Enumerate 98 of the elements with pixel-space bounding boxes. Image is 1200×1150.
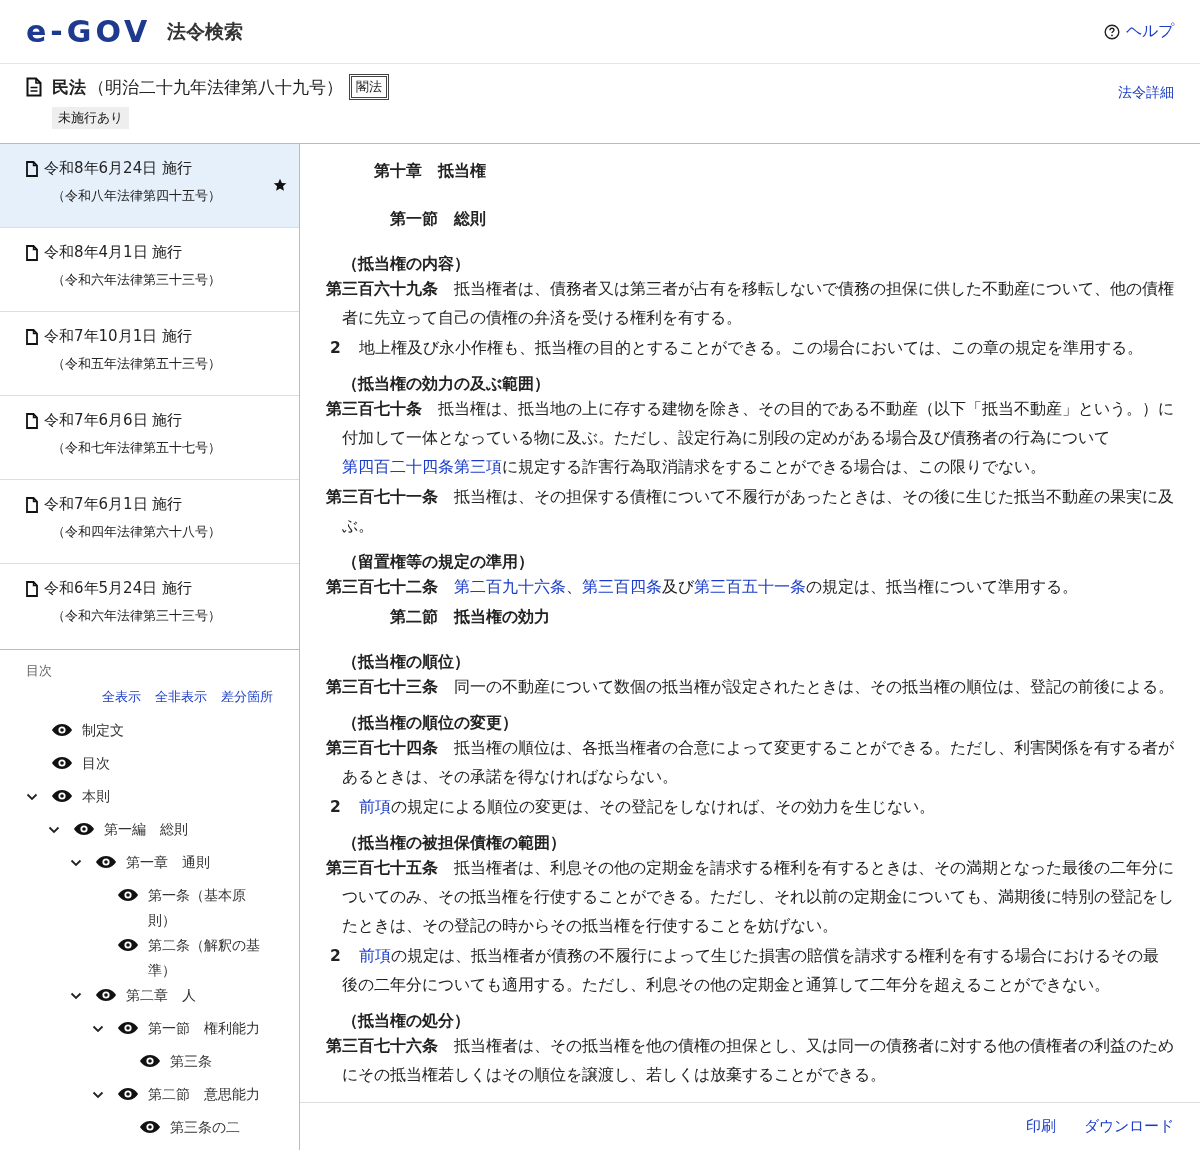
help-link[interactable]: ヘルプ [1104, 21, 1174, 42]
toc-item[interactable]: 第三条の二 [170, 1115, 240, 1140]
toc-item[interactable]: 第三条 [170, 1049, 212, 1074]
reference-link[interactable]: 前項 [358, 947, 391, 965]
eye-icon[interactable] [52, 757, 72, 769]
status-tag: 未施行あり [52, 107, 129, 129]
toc-item[interactable]: 第一編 総則 [104, 817, 188, 842]
reference-link[interactable]: 第四百二十四条第三項 [342, 458, 502, 476]
chevron-icon[interactable] [70, 991, 82, 1000]
version-item[interactable]: 令和8年4月1日 施行 （令和六年法律第三十三号） [0, 228, 299, 312]
footer-link[interactable]: 印刷 [1026, 1117, 1056, 1136]
law-type-badge: 閣法 [349, 74, 389, 100]
chapter-heading: 第十章 抵当権 [373, 161, 487, 182]
reference-link[interactable]: 前項 [358, 798, 391, 816]
document-icon [26, 580, 38, 597]
toc-item[interactable]: 第一節 権利能力 [148, 1016, 260, 1041]
version-law-number: （令和六年法律第三十三号） [52, 607, 222, 625]
eye-icon[interactable] [118, 1088, 138, 1100]
paragraph-text: 2 前項の規定は、抵当権者が債務の不履行によって生じた損害の賠償を請求する権利を有する場合におけるその最後の二年分についても適用する。ただし、利息その他の定期金と通算して二年分を超えることができない。 [329, 946, 1160, 996]
document-icon [26, 244, 38, 261]
version-item[interactable]: 令和7年6月6日 施行 （令和七年法律第五十七号） [0, 396, 299, 480]
article-caption: （留置権等の規定の準用） [341, 552, 535, 573]
version-item[interactable]: 令和8年6月24日 施行 （令和八年法律第四十五号） [0, 144, 299, 228]
version-law-number: （令和七年法律第五十七号） [52, 439, 222, 457]
toc-item[interactable]: 第一条（基本原則） [148, 883, 268, 933]
section-heading: 第一節 総則 [389, 209, 487, 230]
eye-icon[interactable] [118, 1022, 138, 1034]
footer-link[interactable]: ダウンロード [1084, 1117, 1174, 1136]
toc-action-link[interactable]: 全表示 [102, 688, 141, 706]
reference-link[interactable]: 第二百九十六条 [454, 578, 566, 596]
document-icon [26, 328, 38, 345]
version-date: 令和7年10月1日 施行 [44, 327, 192, 346]
star-icon [273, 178, 287, 192]
reference-link[interactable]: 第三百五十一条 [694, 578, 806, 596]
chevron-icon[interactable] [92, 1024, 104, 1033]
document-icon [26, 160, 38, 177]
eye-icon[interactable] [52, 790, 72, 802]
toc-action-link[interactable]: 差分箇所 [221, 688, 273, 706]
chevron-icon[interactable] [48, 825, 60, 834]
eye-icon[interactable] [74, 823, 94, 835]
article-text: 第三百七十一条 抵当権は、その担保する債権について不履行があったときは、その後に生じた抵当不動産の果実に及ぶ。 [326, 487, 1174, 537]
article-text: 第三百七十条 抵当権は、抵当地の上に存する建物を除き、その目的である不動産（以下「抵当不動産」という。）に付加して一体となっている物に及ぶ。ただし、設定行為に別段の定めがある場合及び債務者の行為について 第四百二十四条第三項に規定する詐害行為取消請求をすることができる場合は、この限りでない。 [326, 399, 1174, 478]
version-law-number: （令和八年法律第四十五号） [52, 187, 222, 205]
article-caption: （抵当権の処分） [341, 1011, 471, 1032]
article-text: 第三百六十九条 抵当権者は、債務者又は第三者が占有を移転しないで債務の担保に供した不動産について、他の債権者に先立って自己の債権の弁済を受ける権利を有する。 [326, 279, 1174, 329]
toc-item[interactable]: 制定文 [82, 718, 124, 743]
version-date: 令和8年4月1日 施行 [44, 243, 183, 262]
article-caption: （抵当権の効力の及ぶ範囲） [341, 374, 551, 395]
version-law-number: （令和五年法律第五十三号） [52, 355, 222, 373]
paragraph-text: 2 前項の規定による順位の変更は、その登記をしなければ、その効力を生じない。 [329, 797, 936, 818]
eye-icon[interactable] [96, 856, 116, 868]
law-number: （明治二十九年法律第八十九号） [88, 75, 343, 99]
toc-item[interactable]: 第二節 意思能力 [148, 1082, 260, 1107]
app-title: 法令検索 [167, 18, 244, 44]
article-caption: （抵当権の順位の変更） [341, 713, 519, 734]
document-icon [26, 496, 38, 513]
law-title: 民法 [52, 75, 86, 99]
logo[interactable]: e-GOV [26, 14, 152, 49]
version-law-number: （令和六年法律第三十三号） [52, 271, 222, 289]
toc-item[interactable]: 第一章 通則 [126, 850, 210, 875]
eye-icon[interactable] [140, 1055, 160, 1067]
toc-item[interactable]: 第二条（解釈の基準） [148, 933, 268, 983]
toc-heading: 目次 [26, 662, 53, 680]
article-text: 第三百七十六条 抵当権者は、その抵当権を他の債権の担保とし、又は同一の債務者に対する他の債権者の利益のためにその抵当権若しくはその順位を譲渡し、若しくは放棄することができる。 [326, 1036, 1174, 1086]
toc-item[interactable]: 目次 [82, 751, 110, 776]
version-date: 令和7年6月1日 施行 [44, 495, 183, 514]
version-law-number: （令和四年法律第六十八号） [52, 523, 222, 541]
article-text: 第三百七十四条 抵当権の順位は、各抵当権者の合意によって変更することができる。ただし、利害関係を有する者があるときは、その承諾を得なければならない。 [326, 738, 1174, 788]
chevron-icon[interactable] [70, 858, 82, 867]
toc-item[interactable]: 第二章 人 [126, 983, 196, 1008]
eye-icon[interactable] [118, 939, 138, 951]
eye-icon[interactable] [96, 989, 116, 1001]
version-date: 令和7年6月6日 施行 [44, 411, 183, 430]
article-caption: （抵当権の順位） [341, 652, 471, 673]
article-caption: （抵当権の被担保債権の範囲） [341, 833, 567, 854]
article-text: 第三百七十二条 第二百九十六条、第三百四条及び第三百五十一条の規定は、抵当権について準用する。 [326, 577, 1079, 598]
version-item[interactable]: 令和6年5月24日 施行 （令和六年法律第三十三号） [0, 564, 299, 650]
eye-icon[interactable] [118, 889, 138, 901]
toc-action-link[interactable]: 全非表示 [155, 688, 207, 706]
question-circle-icon [1104, 23, 1120, 40]
reference-link[interactable]: 第三百四条 [582, 578, 662, 596]
document-icon [26, 77, 42, 97]
version-date: 令和6年5月24日 施行 [44, 579, 192, 598]
version-item[interactable]: 令和7年6月1日 施行 （令和四年法律第六十八号） [0, 480, 299, 564]
chevron-icon[interactable] [26, 792, 38, 801]
article-text: 第三百七十三条 同一の不動産について数個の抵当権が設定されたときは、その抵当権の順位は、登記の前後による。 [326, 677, 1174, 698]
eye-icon[interactable] [52, 724, 72, 736]
eye-icon[interactable] [140, 1121, 160, 1133]
version-item[interactable]: 令和7年10月1日 施行 （令和五年法律第五十三号） [0, 312, 299, 396]
section-heading: 第二節 抵当権の効力 [389, 607, 551, 628]
toc-item[interactable]: 本則 [82, 784, 110, 809]
article-caption: （抵当権の内容） [341, 254, 471, 275]
document-icon [26, 412, 38, 429]
law-details-link[interactable]: 法令詳細 [1118, 84, 1174, 102]
paragraph-text: 2 地上権及び永小作権も、抵当権の目的とすることができる。この場合においては、この章の規定を準用する。 [329, 338, 1144, 359]
chevron-icon[interactable] [92, 1090, 104, 1099]
version-date: 令和8年6月24日 施行 [44, 159, 192, 178]
article-text: 第三百七十五条 抵当権者は、利息その他の定期金を請求する権利を有するときは、その満期となった最後の二年分についてのみ、その抵当権を行使することができる。ただし、それ以前の定期金についても、満期後に特別の登記をしたときは、その登記の時からその抵当権を行使することを妨げない。 [326, 858, 1174, 937]
